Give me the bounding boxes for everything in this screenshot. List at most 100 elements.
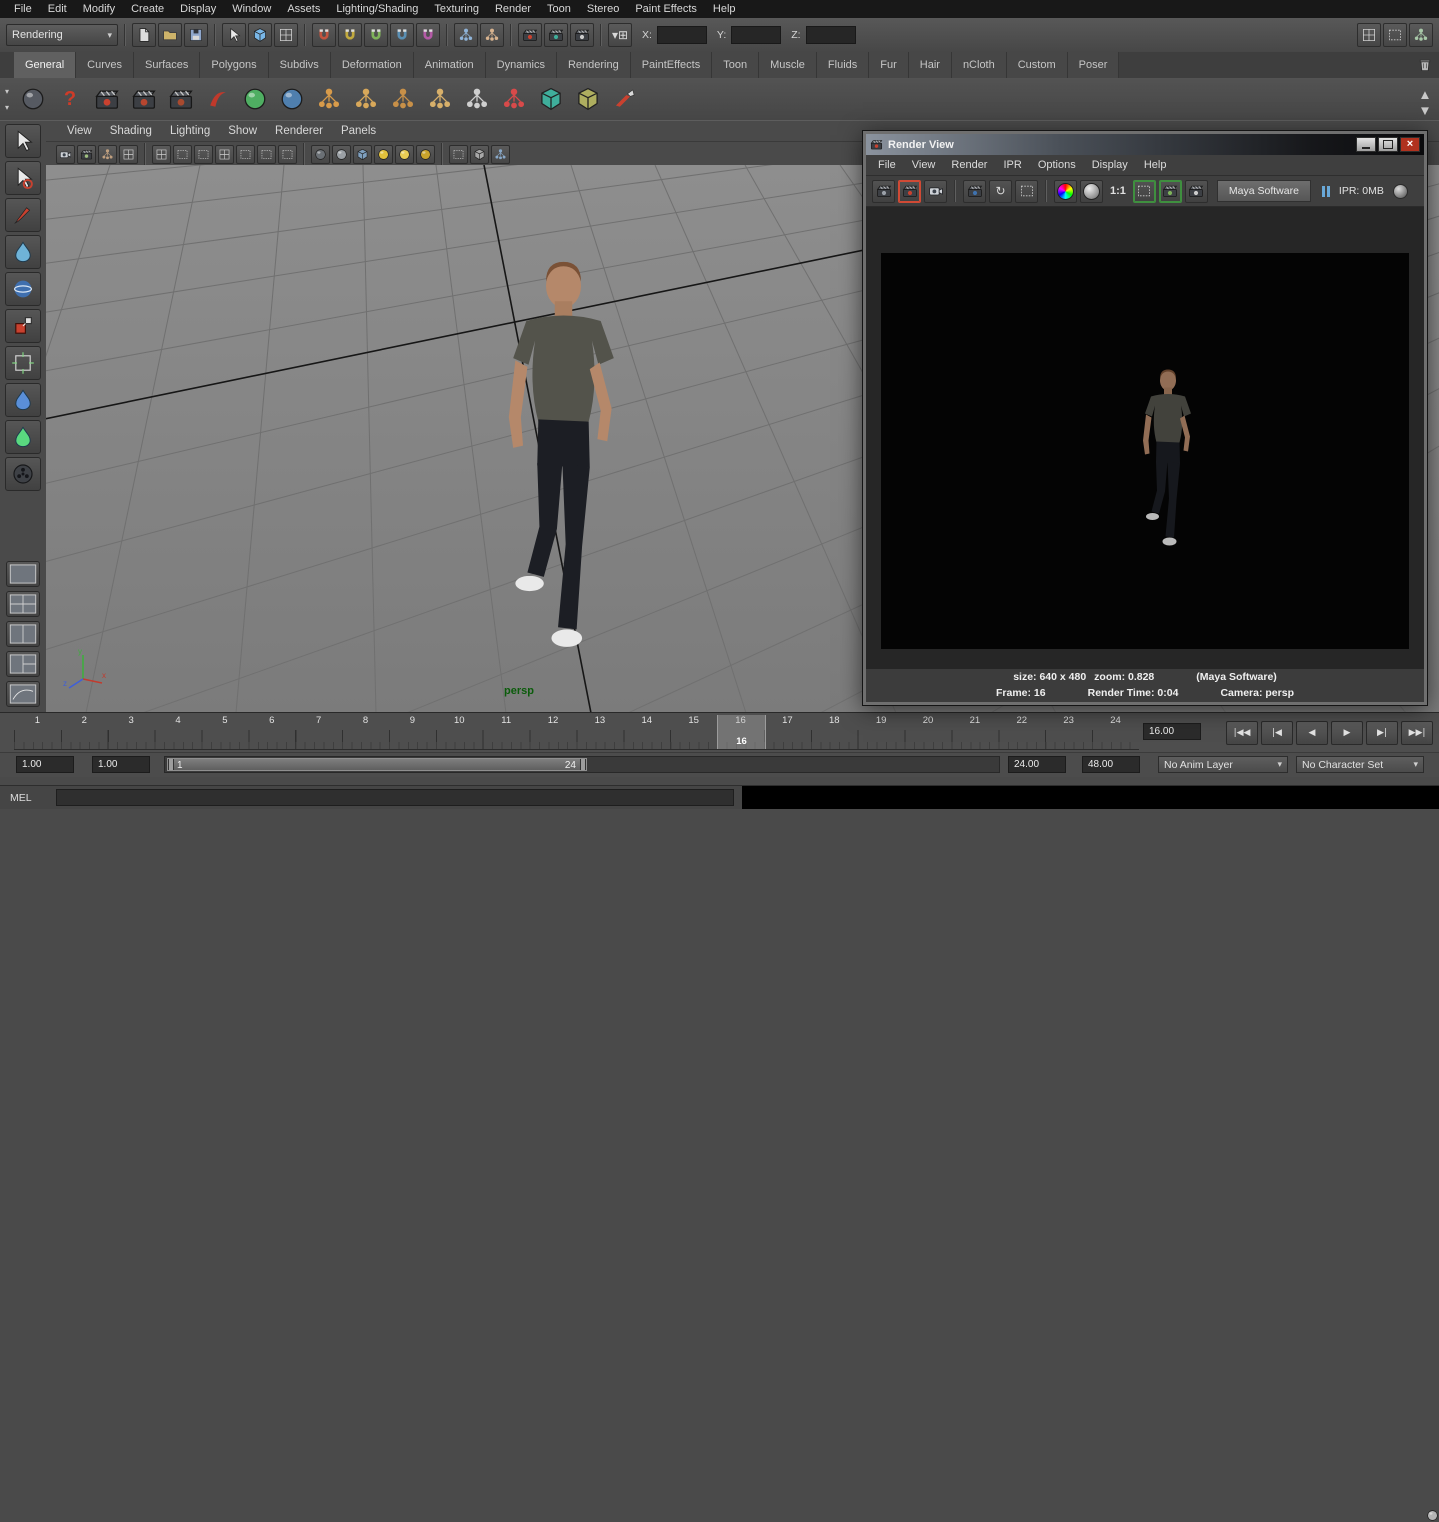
playback-start-field[interactable]: 1.00 — [92, 756, 150, 773]
select-tool[interactable] — [5, 124, 41, 158]
auto-keyframe-button[interactable] — [1425, 1508, 1439, 1522]
render-button[interactable] — [872, 180, 895, 203]
shelf-tab[interactable]: Subdivs — [269, 52, 331, 78]
range-end-handle[interactable] — [580, 759, 586, 770]
viewport-menu-item[interactable]: Show — [219, 125, 266, 137]
render-view-menu-item[interactable]: IPR — [995, 159, 1029, 171]
menu-item[interactable]: Toon — [539, 0, 579, 18]
open-scene-button[interactable] — [158, 23, 182, 47]
go-to-end-button[interactable]: ▶▶| — [1401, 721, 1433, 745]
shaded-sphere-shelf-button[interactable] — [16, 82, 50, 116]
menu-item[interactable]: Paint Effects — [627, 0, 705, 18]
menu-set-dropdown[interactable]: Rendering ▾ — [6, 24, 118, 46]
camera-aim-shelf-button[interactable] — [127, 82, 161, 116]
smooth-shade-button[interactable] — [332, 145, 351, 164]
menu-item[interactable]: Window — [224, 0, 279, 18]
camera-attributes-button[interactable] — [77, 145, 96, 164]
step-back-key-button[interactable]: |◀ — [1261, 721, 1293, 745]
ik-handle-shelf-button[interactable] — [349, 82, 383, 116]
step-back-frame-button[interactable]: ◀ — [1296, 721, 1328, 745]
shelf-tab[interactable]: Poser — [1068, 52, 1120, 78]
shelf-tab[interactable]: Custom — [1007, 52, 1068, 78]
camera-aim-up-shelf-button[interactable] — [164, 82, 198, 116]
render-view-menu-item[interactable]: Options — [1030, 159, 1084, 171]
x-coordinate-input[interactable] — [657, 26, 707, 44]
menu-item[interactable]: Modify — [75, 0, 123, 18]
show-attribute-editor-button[interactable] — [1357, 23, 1381, 47]
safe-action-button[interactable] — [257, 145, 276, 164]
shelf-tab[interactable]: Dynamics — [486, 52, 557, 78]
character-set-dropdown[interactable]: No Character Set ▾ — [1296, 756, 1424, 773]
range-slider-bar[interactable]: 1 24 — [167, 758, 587, 771]
shelf-tab[interactable]: PaintEffects — [631, 52, 713, 78]
pause-ipr-button[interactable] — [1322, 186, 1330, 197]
command-language-button[interactable]: MEL — [6, 789, 52, 806]
move-tool[interactable] — [5, 235, 41, 269]
snap-to-view-plane-button[interactable] — [390, 23, 414, 47]
close-button[interactable]: × — [1400, 137, 1420, 152]
menu-item[interactable]: Texturing — [426, 0, 487, 18]
viewport-menu-item[interactable]: Renderer — [266, 125, 332, 137]
isolate-select-button[interactable] — [449, 145, 468, 164]
range-slider-track[interactable]: 1 24 — [164, 756, 1000, 773]
ipr-render-button[interactable] — [963, 180, 986, 203]
make-live-shelf-button[interactable] — [238, 82, 272, 116]
hypergraph-layout-button[interactable] — [6, 681, 40, 707]
maximize-button[interactable] — [1378, 137, 1398, 152]
last-tool-used[interactable] — [5, 457, 41, 491]
animation-end-field[interactable]: 48.00 — [1082, 756, 1140, 773]
select-by-hierarchy-button[interactable] — [222, 23, 246, 47]
render-view-menu-item[interactable]: Render — [943, 159, 995, 171]
play-forward-button[interactable]: ▶ — [1331, 721, 1363, 745]
shelf-scroll-down-button[interactable]: ▼ — [1415, 100, 1435, 120]
ipr-render-button[interactable] — [544, 23, 568, 47]
render-view-menu-item[interactable]: Display — [1084, 159, 1136, 171]
single-pane-layout-button[interactable] — [6, 561, 40, 587]
shelf-expand-button[interactable]: ▾ — [1, 101, 13, 113]
film-gate-button[interactable] — [173, 145, 192, 164]
gate-mask-button[interactable] — [215, 145, 234, 164]
menu-item[interactable]: Display — [172, 0, 224, 18]
select-by-object-button[interactable] — [248, 23, 272, 47]
cluster-shelf-button[interactable] — [423, 82, 457, 116]
snapshot-button[interactable] — [924, 180, 947, 203]
viewport-menu-item[interactable]: Lighting — [161, 125, 219, 137]
multi-pane-share-button[interactable] — [491, 145, 510, 164]
rotate-tool[interactable] — [5, 272, 41, 306]
shelf-tab[interactable]: Hair — [909, 52, 952, 78]
render-region-button[interactable] — [1015, 180, 1038, 203]
viewport-menu-item[interactable]: View — [58, 125, 101, 137]
soft-mod-tool[interactable] — [5, 383, 41, 417]
refresh-ipr-button[interactable]: ↻ — [989, 180, 1012, 203]
snap-to-grid-button[interactable] — [312, 23, 336, 47]
redo-previous-render-button[interactable] — [898, 180, 921, 203]
shelf-tab[interactable]: Fluids — [817, 52, 869, 78]
open-render-settings-button[interactable] — [1185, 180, 1208, 203]
image-plane-button[interactable] — [119, 145, 138, 164]
shelf-tab[interactable]: nCloth — [952, 52, 1007, 78]
show-channel-box-button[interactable] — [1409, 23, 1433, 47]
textured-mode-button[interactable] — [353, 145, 372, 164]
xray-button[interactable] — [470, 145, 489, 164]
output-connections-button[interactable] — [480, 23, 504, 47]
shelf-tab[interactable]: Fur — [869, 52, 909, 78]
viewport-menu-item[interactable]: Shading — [101, 125, 161, 137]
snap-to-curve-button[interactable] — [338, 23, 362, 47]
select-by-component-button[interactable] — [274, 23, 298, 47]
menu-item[interactable]: Stereo — [579, 0, 627, 18]
hypergraph-shelf-button[interactable] — [460, 82, 494, 116]
four-pane-layout-button[interactable] — [6, 591, 40, 617]
renderer-dropdown[interactable]: Maya Software — [1217, 180, 1311, 202]
render-view-menu-item[interactable]: View — [904, 159, 944, 171]
shelf-tab[interactable]: Surfaces — [134, 52, 200, 78]
shelf-tab[interactable]: Deformation — [331, 52, 414, 78]
shelf-tab[interactable]: Toon — [712, 52, 759, 78]
menu-item[interactable]: Render — [487, 0, 539, 18]
playback-end-field[interactable]: 24.00 — [1008, 756, 1066, 773]
scale-tool[interactable] — [5, 309, 41, 343]
new-scene-button[interactable] — [132, 23, 156, 47]
default-lighting-button[interactable] — [374, 145, 393, 164]
shelf-tab[interactable]: Curves — [76, 52, 134, 78]
shadows-button[interactable] — [416, 145, 435, 164]
paint-effects-shelf-button[interactable] — [201, 82, 235, 116]
